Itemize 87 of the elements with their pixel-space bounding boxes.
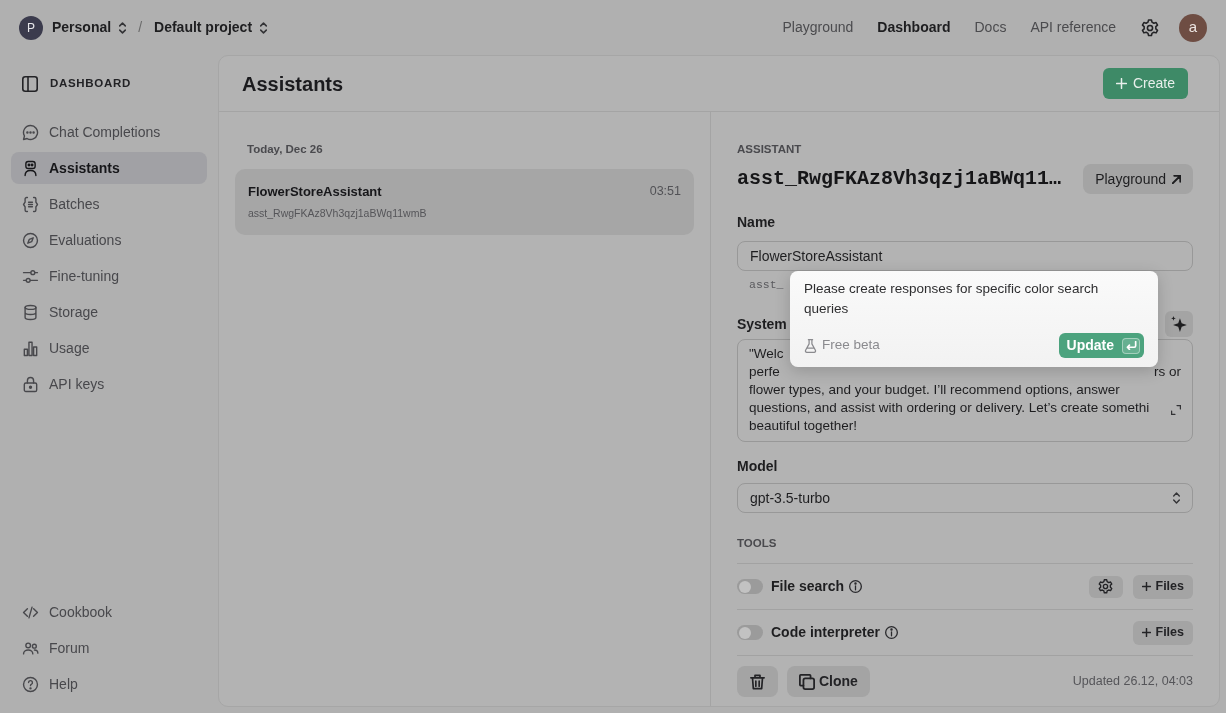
clone-button[interactable]: Clone bbox=[787, 666, 870, 697]
copy-icon bbox=[799, 673, 815, 690]
assistant-id: asst_RwgFKAz8Vh3qzj1aBWq11wmB bbox=[248, 206, 427, 222]
generate-button[interactable] bbox=[1165, 311, 1193, 337]
beta-label: Free beta bbox=[822, 336, 880, 355]
plus-icon bbox=[1115, 78, 1127, 89]
people-icon bbox=[22, 639, 39, 657]
instructions-text: beautiful together! bbox=[749, 417, 858, 435]
info-icon bbox=[884, 626, 898, 639]
bar-chart-icon bbox=[22, 339, 39, 357]
flask-icon bbox=[804, 338, 817, 353]
field-label: System bbox=[737, 314, 787, 334]
page-title: Assistants bbox=[242, 71, 344, 97]
org-avatar[interactable]: P bbox=[19, 15, 43, 40]
info-icon bbox=[849, 580, 863, 593]
sidebar-item[interactable]: Fine-tuning bbox=[11, 260, 207, 292]
sidebar-link[interactable]: Cookbook bbox=[11, 596, 207, 628]
sidebar-item[interactable]: Assistants bbox=[11, 152, 207, 184]
sliders-icon bbox=[22, 267, 39, 285]
settings-button[interactable] bbox=[1140, 17, 1160, 38]
assistant-id-hint: asst_ bbox=[749, 277, 784, 293]
toggle-switch[interactable] bbox=[737, 579, 763, 594]
braces-icon bbox=[22, 195, 39, 213]
instructions-text: perfe bbox=[749, 363, 780, 381]
instructions-text: questions, and assist with ordering or delivery. Let’s create somethi bbox=[749, 399, 1150, 417]
add-files-button[interactable]: Files bbox=[1132, 574, 1193, 599]
sidebar-item[interactable]: Batches bbox=[11, 188, 207, 220]
prompt-text: Please create responses for specific color search queries bbox=[804, 280, 1100, 318]
field-label: Model bbox=[737, 457, 778, 476]
create-button[interactable]: Create bbox=[1102, 68, 1188, 99]
settings-icon bbox=[1098, 579, 1113, 594]
trash-icon bbox=[750, 673, 765, 690]
expand-icon bbox=[1171, 405, 1181, 415]
instructions-text: flower types, and your budget. I’ll recommend options, answer bbox=[749, 381, 1120, 399]
playground-button[interactable]: Playground bbox=[1083, 164, 1193, 194]
plus-icon bbox=[1141, 628, 1151, 637]
assistant-list-item[interactable]: FlowerStoreAssistant 03:51 asst_RwgFKAz8Vh3qzj1aBWq11wmB bbox=[235, 169, 694, 235]
sidebar-item[interactable]: Evaluations bbox=[11, 224, 207, 256]
sidebar-link[interactable]: Help bbox=[11, 668, 207, 700]
section-label: ASSISTANT bbox=[737, 142, 802, 157]
field-label: Name bbox=[737, 213, 776, 232]
section-label: TOOLS bbox=[737, 536, 777, 551]
nav-link[interactable]: Dashboard bbox=[877, 17, 951, 38]
tool-label: File search bbox=[771, 577, 845, 596]
sidebar-panel-icon bbox=[22, 76, 38, 92]
chevron-up-down-icon bbox=[119, 21, 127, 34]
breadcrumb-separator: / bbox=[138, 18, 143, 37]
sidebar-item[interactable]: API keys bbox=[11, 368, 207, 400]
sidebar-title: DASHBOARD bbox=[50, 76, 131, 92]
lock-icon bbox=[22, 375, 39, 393]
org-switcher[interactable]: Personal bbox=[52, 17, 127, 38]
sidebar-item[interactable]: Storage bbox=[11, 296, 207, 328]
assistant-time: 03:51 bbox=[649, 183, 681, 201]
nav-link[interactable]: API reference bbox=[1030, 17, 1116, 38]
tool-label: Code interpreter bbox=[771, 623, 880, 642]
database-icon bbox=[22, 303, 39, 321]
compass-icon bbox=[22, 231, 39, 249]
sidebar-item[interactable]: Chat Completions bbox=[11, 116, 207, 148]
model-select[interactable]: gpt-3.5-turbo bbox=[737, 483, 1193, 513]
add-files-button[interactable]: Files bbox=[1132, 620, 1193, 645]
nav-link[interactable]: Docs bbox=[974, 17, 1007, 38]
sparkle-icon bbox=[1171, 316, 1187, 332]
robot-icon bbox=[22, 159, 39, 177]
chat-bubble-icon bbox=[22, 123, 39, 141]
instructions-text: rs or bbox=[1154, 363, 1181, 381]
tool-settings-button[interactable] bbox=[1088, 575, 1123, 598]
updated-timestamp: Updated 26.12, 04:03 bbox=[1072, 673, 1193, 691]
arrow-up-right-icon bbox=[1172, 174, 1181, 184]
sidebar-item[interactable]: Usage bbox=[11, 332, 207, 364]
settings-icon bbox=[1141, 18, 1159, 37]
project-switcher[interactable]: Default project bbox=[154, 17, 268, 38]
sidebar-link[interactable]: Forum bbox=[11, 632, 207, 664]
update-button[interactable]: Update bbox=[1058, 333, 1144, 358]
help-icon bbox=[22, 675, 39, 693]
name-input[interactable]: FlowerStoreAssistant bbox=[737, 241, 1193, 271]
delete-button[interactable] bbox=[737, 666, 778, 697]
user-avatar[interactable]: a bbox=[1179, 13, 1207, 42]
assistant-id-heading: asst_RwgFKAz8Vh3qzj1aBWq11… bbox=[737, 166, 1062, 192]
instructions-text: "Welc bbox=[749, 345, 784, 363]
chevron-up-down-icon bbox=[1173, 492, 1180, 504]
chevron-up-down-icon bbox=[260, 21, 268, 34]
assistant-name: FlowerStoreAssistant bbox=[248, 182, 382, 201]
return-key-icon bbox=[1122, 337, 1140, 354]
group-label: Today, Dec 26 bbox=[246, 142, 324, 157]
nav-link[interactable]: Playground bbox=[782, 17, 854, 38]
toggle-switch[interactable] bbox=[737, 625, 763, 640]
plus-icon bbox=[1141, 582, 1151, 591]
